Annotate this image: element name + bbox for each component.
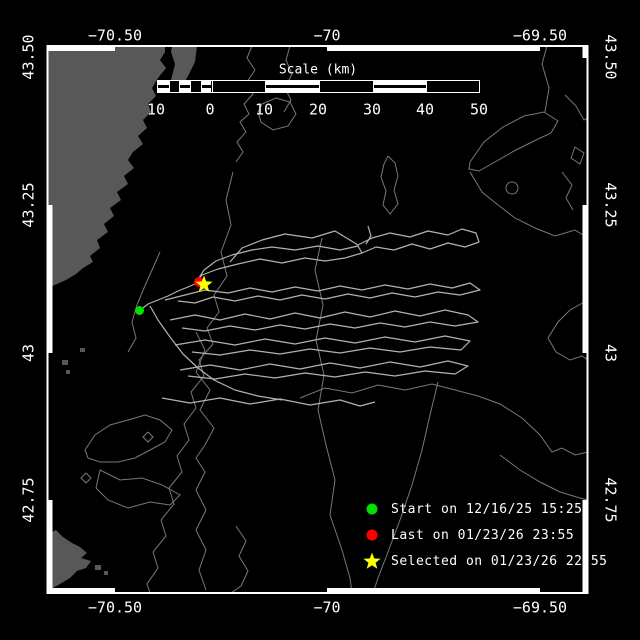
scale-bar (157, 80, 480, 93)
axis-label-bottom-0: −70.50 (87, 598, 143, 617)
bathymetry-contour (283, 45, 293, 113)
bathymetry-contour (142, 431, 154, 443)
legend-item-label: Last on 01/23/26 23:55 (391, 527, 575, 543)
bathymetry-contour (541, 45, 550, 113)
scale-bar-tick-label: 50 (469, 100, 489, 119)
scale-bar-segment (200, 81, 212, 92)
frame-tick-bar (327, 45, 540, 51)
bathymetry-contour (95, 469, 181, 509)
legend-item-label: Selected on 01/23/26 22:55 (391, 553, 608, 569)
scale-bar-divider (179, 81, 181, 92)
axis-label-left-3: 42.75 (19, 477, 38, 523)
frame-tick-bar (47, 45, 115, 51)
frame-tick-bar (46, 500, 53, 592)
island (66, 370, 70, 374)
frame-tick-bar (582, 205, 589, 353)
drifter-track[interactable] (174, 335, 471, 356)
scale-bar-divider (318, 81, 320, 92)
drifter-track[interactable] (365, 225, 372, 245)
island (95, 565, 101, 570)
drifter-track[interactable] (169, 309, 479, 332)
legend-item: Last on 01/23/26 23:55 (362, 522, 608, 548)
dot-icon (366, 529, 378, 541)
axis-label-left-0: 43.50 (19, 34, 38, 80)
bathymetry-contour (195, 331, 215, 591)
island (104, 571, 108, 575)
star-icon (363, 552, 381, 569)
map-canvas[interactable]: Scale (km) 10 0 10 20 30 40 50 −70.50 −70 −69.50… (0, 0, 640, 640)
axis-label-top-2: −69.50 (512, 26, 568, 45)
bathymetry-contour (230, 525, 249, 594)
bathymetry-contour (127, 251, 161, 353)
bathymetry-contour (570, 146, 585, 165)
bathymetry-contour (299, 383, 589, 456)
drifter-track[interactable] (149, 305, 283, 401)
axis-label-right-0: 43.50 (601, 34, 620, 80)
axis-label-top-1: −70 (313, 26, 341, 45)
drifter-track[interactable] (138, 282, 198, 312)
bathymetry-contour (547, 299, 589, 361)
scale-bar-divider (211, 81, 213, 92)
bathymetry-contour (314, 237, 353, 594)
legend-item-label: Start on 12/16/25 15:25 (391, 501, 583, 517)
scale-bar-segment (158, 81, 169, 92)
bathymetry-contour (84, 414, 173, 463)
axis-label-right-2: 43 (601, 343, 620, 363)
legend-item: Selected on 01/23/26 22:55 (362, 548, 608, 574)
scale-bar-tick-label: 0 (205, 100, 215, 119)
axis-label-top-0: −70.50 (87, 26, 143, 45)
frame-tick-bar (46, 205, 53, 353)
scale-bar-divider (265, 81, 266, 92)
scale-bar-segment (372, 81, 426, 92)
bathymetry-contour (499, 454, 589, 501)
dot-icon (366, 503, 378, 515)
land-polygon (47, 46, 166, 288)
frame-tick-bar (327, 588, 540, 594)
scale-bar-tick-label: 40 (415, 100, 435, 119)
bathymetry-contour (80, 472, 92, 484)
axis-label-left-1: 43.25 (19, 182, 38, 228)
island (80, 348, 85, 352)
scale-bar-divider (372, 81, 374, 92)
land-polygon (47, 530, 91, 589)
bathymetry-contour (564, 94, 589, 121)
scale-bar-divider (190, 81, 192, 92)
scale-bar-tick-label: 30 (362, 100, 382, 119)
bathymetry-contour (505, 181, 519, 195)
drifter-track[interactable] (229, 228, 480, 263)
axis-label-bottom-2: −69.50 (512, 598, 568, 617)
scale-bar-divider (200, 81, 202, 92)
axis-label-bottom-1: −70 (313, 598, 341, 617)
bathymetry-contour (468, 111, 559, 172)
scale-bar-divider (426, 81, 427, 92)
scale-bar-tick-label: 10 (146, 100, 166, 119)
drifter-track[interactable] (161, 397, 376, 407)
axis-label-right-1: 43.25 (601, 182, 620, 228)
bathymetry-contour (561, 171, 574, 211)
legend: Start on 12/16/25 15:25 Last on 01/23/26 … (362, 496, 608, 574)
frame-tick-bar (47, 588, 115, 594)
scale-bar-segment (179, 81, 191, 92)
axis-label-left-2: 43 (19, 343, 38, 363)
frame-tick-bar (582, 46, 589, 58)
island (189, 51, 195, 56)
scale-bar-segment (265, 81, 319, 92)
scale-bar-tick-label: 10 (254, 100, 274, 119)
legend-item: Start on 12/16/25 15:25 (362, 496, 608, 522)
bathymetry-contour (380, 155, 399, 215)
drifter-track[interactable] (164, 282, 481, 304)
scale-bar-title: Scale (km) (278, 62, 358, 78)
scale-bar-tick-label: 20 (308, 100, 328, 119)
start-marker[interactable] (135, 306, 144, 315)
scale-bar-divider (168, 81, 170, 92)
island (62, 360, 68, 365)
bathymetry-contour (235, 45, 256, 163)
